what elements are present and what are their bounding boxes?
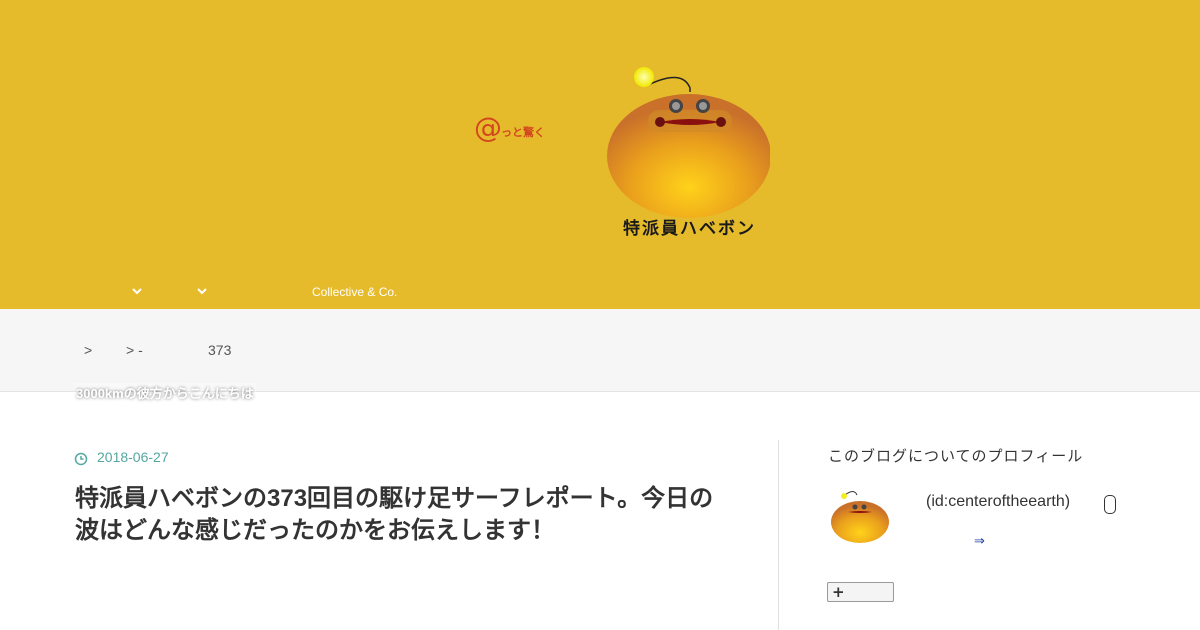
profile-more-link[interactable]: ⇒ <box>974 534 985 549</box>
brand-name: 特派員ハベボン <box>623 219 756 239</box>
plus-icon: + <box>832 583 845 601</box>
follow-button[interactable]: + <box>827 582 894 602</box>
chevron-down-icon[interactable] <box>130 284 144 298</box>
chevron-down-icon[interactable] <box>195 284 209 298</box>
category-badge[interactable]: 3000kmの彼方からこんにちは <box>74 383 256 402</box>
breadcrumb-current: 373 <box>208 342 232 358</box>
global-nav <box>0 276 1200 309</box>
nav-item-collective[interactable]: Collective & Co. <box>312 285 397 299</box>
sidebar-profile-title: このブログについてのプロフィール <box>828 448 1084 465</box>
breadcrumb-separator: > - <box>126 342 143 358</box>
column-divider <box>778 440 779 630</box>
avatar[interactable] <box>828 486 892 546</box>
article-title[interactable]: 特派員ハベボンの373回目の駆け足サーフレポート。今日の波はどんな感じだったのか… <box>75 483 735 547</box>
logo-at-mark: @ <box>474 111 502 144</box>
breadcrumb-separator: > <box>84 342 93 358</box>
breadcrumb <box>0 309 1200 392</box>
post-date[interactable]: 2018-06-27 <box>97 449 169 465</box>
profile-badge-icon[interactable] <box>1104 495 1116 514</box>
clock-icon <box>74 452 88 466</box>
logo-tagline: っと驚く <box>501 126 545 139</box>
profile-id[interactable]: (id:centeroftheearth) <box>926 493 1070 511</box>
